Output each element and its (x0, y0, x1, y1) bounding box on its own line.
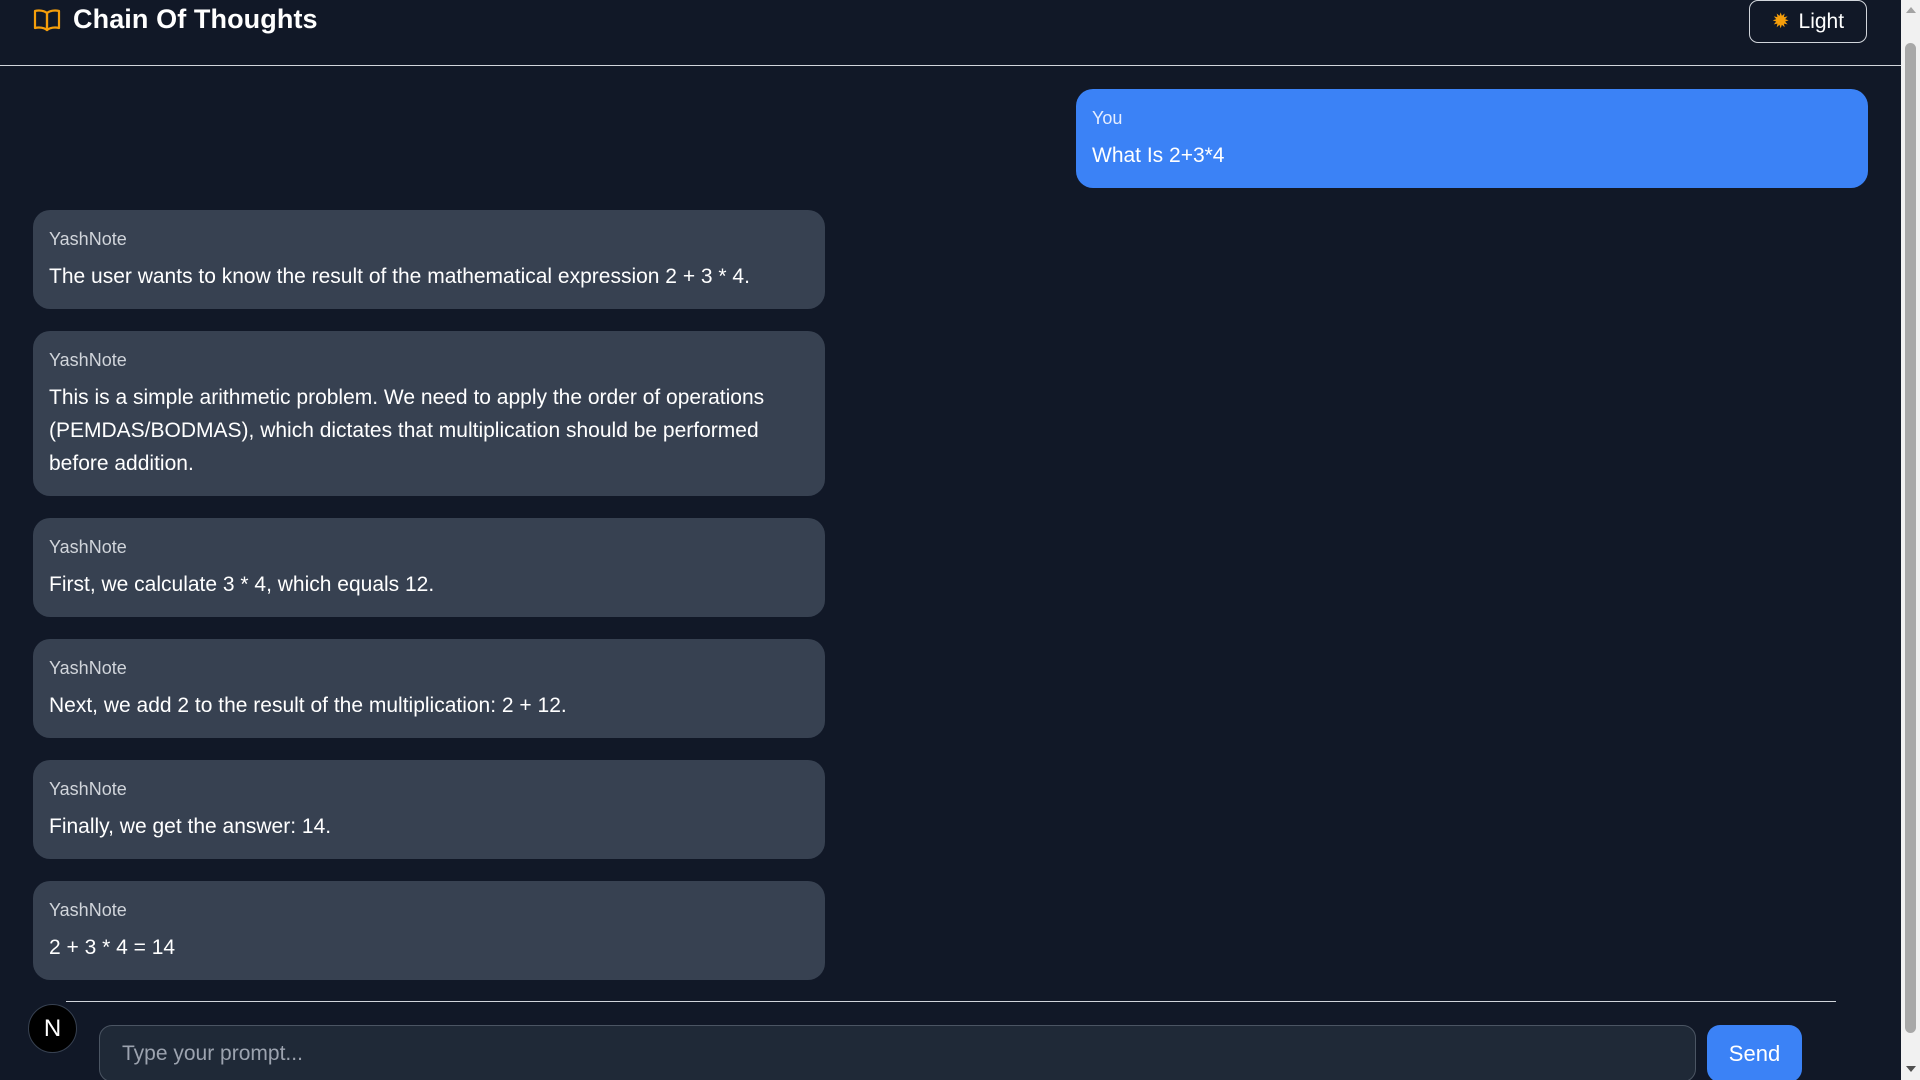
brand: Chain Of Thoughts (33, 4, 318, 35)
vertical-scrollbar[interactable] (1901, 0, 1920, 1080)
user-message: You What Is 2+3*4 (1076, 89, 1868, 188)
assistant-message: YashNote Next, we add 2 to the result of… (33, 639, 825, 738)
avatar[interactable]: N (28, 1004, 77, 1053)
message-sender: YashNote (49, 779, 127, 799)
app-header: Chain Of Thoughts ✹ Light (0, 0, 1901, 66)
message-sender: YashNote (49, 350, 127, 370)
message-text: This is a simple arithmetic problem. We … (49, 386, 765, 475)
message-sender: YashNote (49, 537, 127, 557)
message-text: Next, we add 2 to the result of the mult… (49, 694, 567, 717)
message-text: First, we calculate 3 * 4, which equals … (49, 573, 435, 596)
chat-app: Chain Of Thoughts ✹ Light You What Is 2+… (0, 0, 1920, 1080)
message-sender: You (1092, 108, 1123, 128)
theme-toggle-button[interactable]: ✹ Light (1749, 0, 1867, 43)
message-sender: YashNote (49, 900, 127, 920)
message-text: 2 + 3 * 4 = 14 (49, 936, 176, 959)
message-sender: YashNote (49, 658, 127, 678)
book-open-icon (33, 8, 61, 32)
app-title: Chain Of Thoughts (73, 4, 318, 34)
assistant-message: YashNote This is a simple arithmetic pro… (33, 331, 825, 496)
message-sender: YashNote (49, 229, 127, 249)
send-button[interactable]: Send (1707, 1025, 1802, 1080)
assistant-message: YashNote The user wants to know the resu… (33, 210, 825, 309)
message-text: Finally, we get the answer: 14. (49, 815, 332, 838)
message-text: The user wants to know the result of the… (49, 265, 750, 288)
scroll-down-arrow-icon[interactable] (1906, 1066, 1916, 1072)
scrollbar-thumb[interactable] (1905, 43, 1916, 1033)
theme-toggle-label: Light (1798, 9, 1845, 33)
message-text: What Is 2+3*4 (1092, 144, 1225, 167)
prompt-input[interactable] (99, 1025, 1696, 1080)
assistant-message: YashNote 2 + 3 * 4 = 14 (33, 881, 825, 980)
composer-divider (66, 1001, 1836, 1002)
sun-icon: ✹ (1771, 10, 1790, 33)
assistant-message: YashNote First, we calculate 3 * 4, whic… (33, 518, 825, 617)
assistant-message: YashNote Finally, we get the answer: 14. (33, 760, 825, 859)
scroll-up-arrow-icon[interactable] (1906, 7, 1916, 13)
